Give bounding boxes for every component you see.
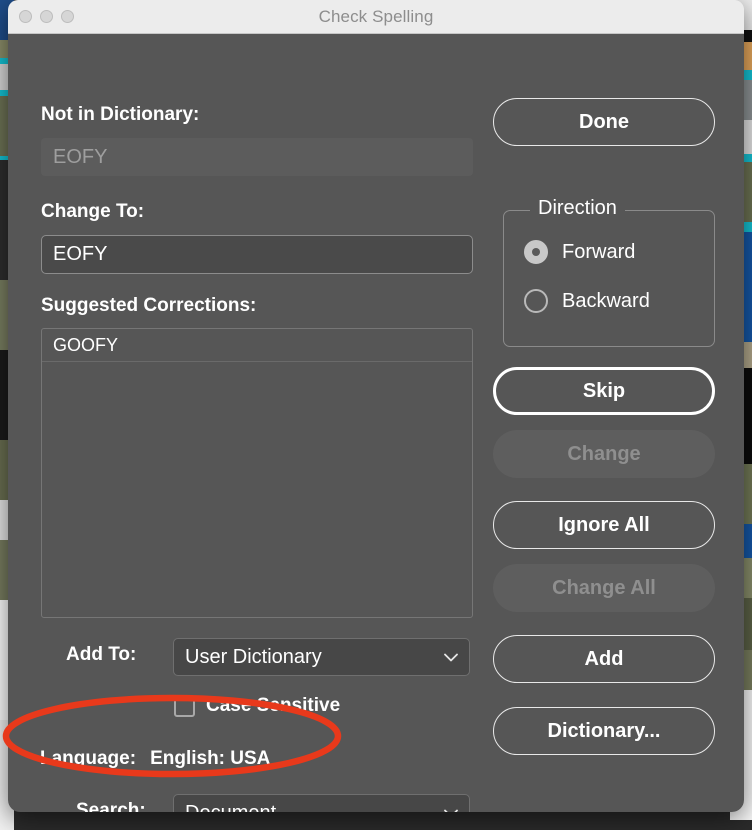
case-sensitive-label: Case Sensitive — [206, 695, 341, 716]
search-label: Search: — [76, 800, 146, 812]
add-to-dropdown[interactable]: User Dictionary — [173, 638, 470, 676]
change-to-input[interactable]: EOFY — [41, 235, 473, 274]
dictionary-button[interactable]: Dictionary... — [493, 707, 715, 755]
check-spelling-window: Check Spelling Not in Dictionary: EOFY C… — [8, 0, 744, 812]
not-in-dictionary-label: Not in Dictionary: — [41, 104, 200, 125]
direction-group — [503, 210, 715, 347]
checkbox-box-icon — [174, 695, 195, 717]
list-item[interactable]: GOOFY — [42, 329, 472, 362]
window-title: Check Spelling — [318, 6, 434, 26]
add-to-label: Add To: — [66, 644, 137, 665]
change-to-value: EOFY — [53, 243, 108, 265]
dialog-body: Not in Dictionary: EOFY Change To: EOFY … — [8, 34, 744, 812]
language-value: English: USA — [150, 748, 271, 769]
direction-backward-label: Backward — [562, 289, 650, 312]
not-in-dictionary-value: EOFY — [53, 145, 108, 168]
direction-radio-forward[interactable]: Forward — [524, 240, 635, 264]
direction-group-label: Direction — [530, 197, 625, 220]
window-titlebar[interactable]: Check Spelling — [8, 0, 744, 34]
close-button[interactable] — [19, 10, 32, 23]
direction-radio-backward[interactable]: Backward — [524, 289, 650, 313]
chevron-down-icon — [444, 809, 458, 812]
language-row: Language: English: USA — [40, 748, 270, 770]
add-to-value: User Dictionary — [185, 645, 322, 668]
suggestion-text: GOOFY — [53, 334, 119, 355]
radio-unselected-icon — [524, 289, 548, 313]
screenshot-root: Check Spelling Not in Dictionary: EOFY C… — [0, 0, 752, 830]
radio-selected-icon — [524, 240, 548, 264]
chevron-down-icon — [444, 653, 458, 661]
direction-forward-label: Forward — [562, 240, 636, 263]
suggested-corrections-label: Suggested Corrections: — [41, 295, 257, 316]
change-to-label: Change To: — [41, 201, 145, 222]
change-button: Change — [493, 430, 715, 478]
search-value: Document — [185, 802, 444, 813]
language-label: Language: — [40, 748, 137, 769]
suggested-corrections-list[interactable]: GOOFY — [41, 328, 473, 618]
ignore-all-button[interactable]: Ignore All — [493, 501, 715, 549]
add-button[interactable]: Add — [493, 635, 715, 683]
done-button[interactable]: Done — [493, 98, 715, 146]
minimize-button[interactable] — [40, 10, 53, 23]
not-in-dictionary-field: EOFY — [41, 138, 473, 176]
case-sensitive-checkbox[interactable]: Case Sensitive — [174, 695, 340, 717]
change-all-button: Change All — [493, 564, 715, 612]
window-controls — [19, 10, 74, 23]
skip-button[interactable]: Skip — [493, 367, 715, 415]
zoom-button[interactable] — [61, 10, 74, 23]
search-dropdown[interactable]: Document — [173, 794, 470, 812]
